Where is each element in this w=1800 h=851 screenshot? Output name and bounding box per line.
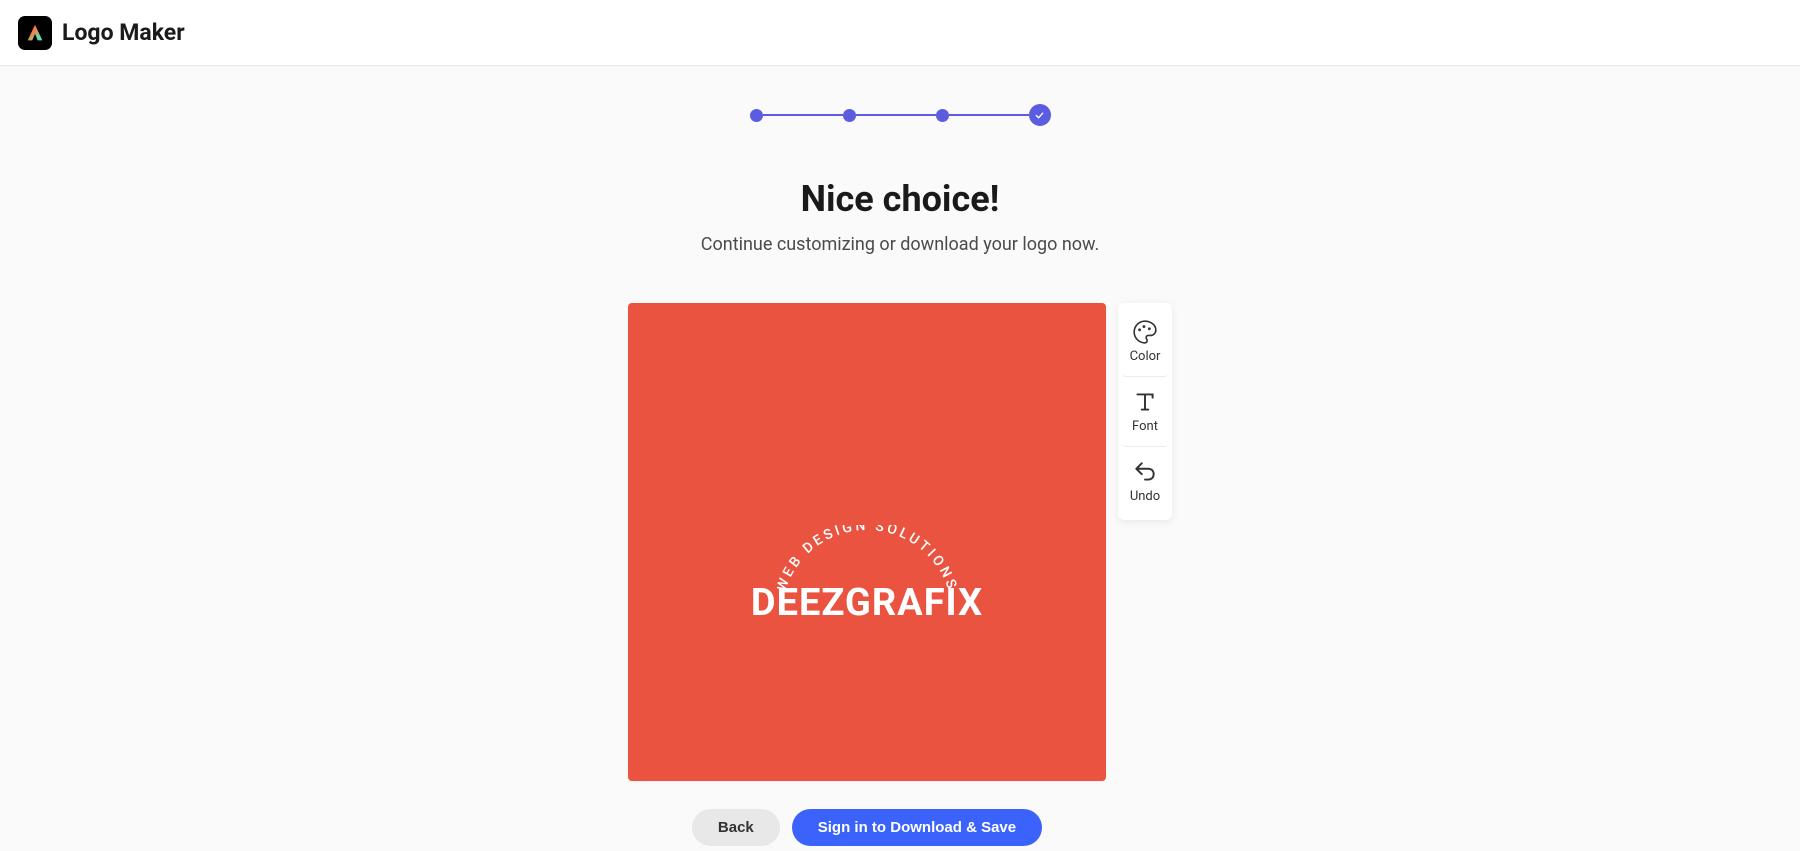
progress-step-4-current[interactable] bbox=[1029, 104, 1051, 126]
logo-content: WEB DESIGN SOLUTIONS DEEZGRAFIX bbox=[628, 303, 1106, 781]
progress-bar bbox=[750, 104, 1051, 126]
palette-icon bbox=[1132, 319, 1158, 345]
progress-line bbox=[763, 114, 843, 116]
download-button[interactable]: Sign in to Download & Save bbox=[792, 809, 1042, 846]
action-buttons: Back Sign in to Download & Save bbox=[692, 809, 1042, 846]
editor-toolbar: Color Font Undo bbox=[1118, 303, 1172, 520]
progress-line bbox=[856, 114, 936, 116]
editor-area: WEB DESIGN SOLUTIONS DEEZGRAFIX Back Sig… bbox=[628, 303, 1172, 846]
color-tool-label: Color bbox=[1130, 349, 1161, 364]
progress-line bbox=[949, 114, 1029, 116]
app-header: Logo Maker bbox=[0, 0, 1800, 66]
adobe-express-icon bbox=[24, 22, 46, 44]
progress-step-3[interactable] bbox=[936, 109, 949, 122]
page-heading: Nice choice! bbox=[801, 178, 1000, 220]
back-button[interactable]: Back bbox=[692, 809, 780, 846]
canvas-wrapper: WEB DESIGN SOLUTIONS DEEZGRAFIX Back Sig… bbox=[628, 303, 1106, 846]
font-tool-label: Font bbox=[1132, 419, 1158, 434]
text-icon bbox=[1132, 389, 1158, 415]
undo-tool-button[interactable]: Undo bbox=[1122, 447, 1168, 516]
progress-step-1[interactable] bbox=[750, 109, 763, 122]
app-title: Logo Maker bbox=[62, 19, 185, 46]
logo-canvas[interactable]: WEB DESIGN SOLUTIONS DEEZGRAFIX bbox=[628, 303, 1106, 781]
logo-main-text: DEEZGRAFIX bbox=[751, 581, 983, 625]
progress-step-2[interactable] bbox=[843, 109, 856, 122]
app-logo-icon bbox=[18, 16, 52, 50]
main-content: Nice choice! Continue customizing or dow… bbox=[0, 66, 1800, 846]
color-tool-button[interactable]: Color bbox=[1122, 307, 1168, 377]
font-tool-button[interactable]: Font bbox=[1122, 377, 1168, 447]
checkmark-icon bbox=[1034, 110, 1045, 121]
undo-icon bbox=[1132, 459, 1158, 485]
page-subheading: Continue customizing or download your lo… bbox=[701, 234, 1099, 255]
undo-tool-label: Undo bbox=[1130, 489, 1160, 504]
